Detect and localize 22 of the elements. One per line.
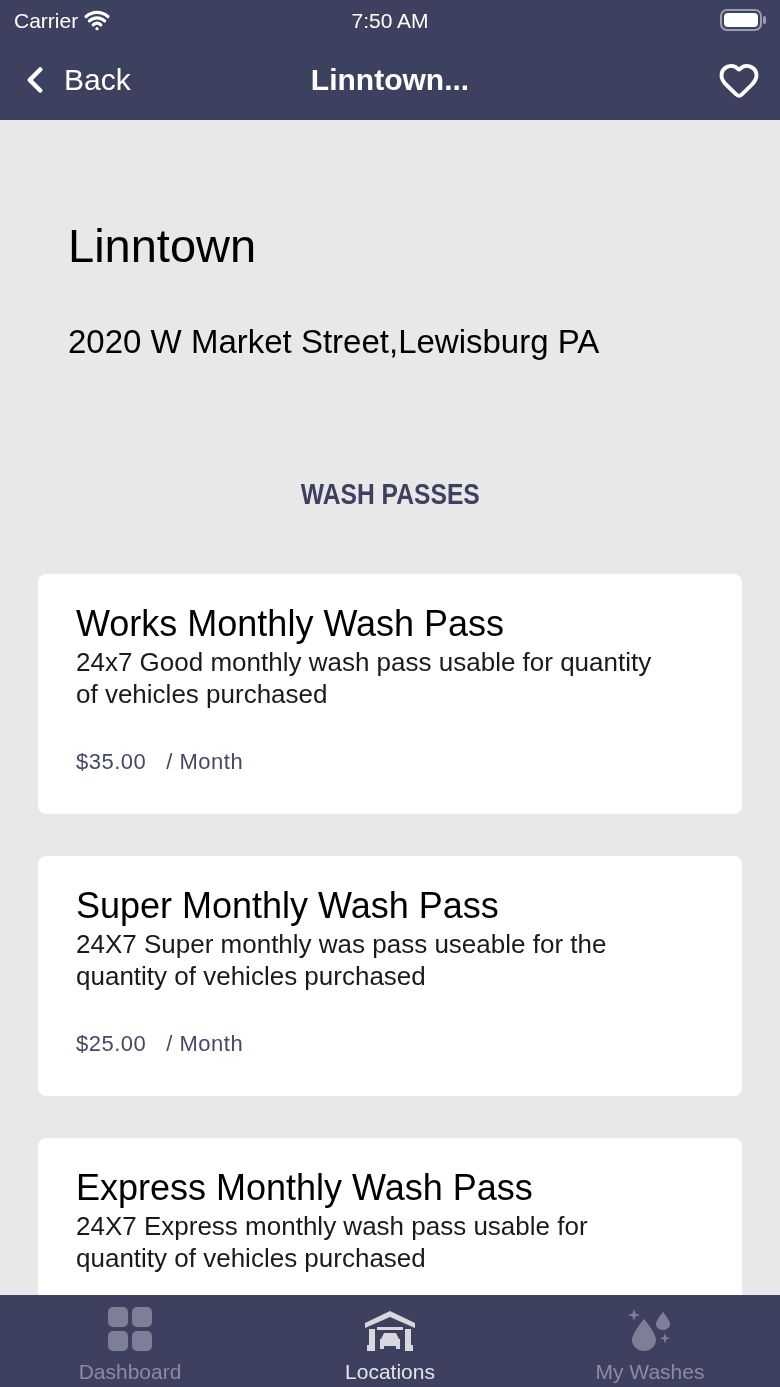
pass-description: 24X7 Super monthly was pass useable for the quantity of vehicles purchased	[76, 928, 608, 992]
pass-description: 24X7 Express monthly wash pass usable for quantity of vehicles purchased	[76, 1210, 589, 1274]
price-period: / Month	[166, 748, 244, 776]
price-period: / Month	[166, 1030, 244, 1058]
pass-title: Express Monthly Wash Pass	[76, 1166, 534, 1210]
screen-title: Linntown...	[310, 65, 470, 95]
pass-description: 24x7 Good monthly wash pass usable for quantity of vehicles purchased	[76, 646, 653, 710]
wash-pass-card[interactable]: Super Monthly Wash Pass 24X7 Super monthly was pass useable for the quantity of vehicles purchased $25.00 / Month	[38, 856, 742, 1096]
battery-icon	[720, 9, 766, 31]
pass-price: $25.00	[76, 1030, 147, 1058]
back-button[interactable]: Back	[14, 59, 131, 101]
carrier-label: Carrier	[14, 9, 79, 31]
pass-title: Works Monthly Wash Pass	[76, 602, 506, 646]
pass-price: $35.00	[76, 748, 147, 776]
wash-pass-card[interactable]: Works Monthly Wash Pass 24x7 Good monthly wash pass usable for quantity of vehicles purchased $35.00 / Month	[38, 574, 742, 814]
clock-time: 7:50 AM	[351, 9, 429, 31]
section-heading: WASH PASSES	[300, 477, 480, 512]
wash-pass-card[interactable]: Express Monthly Wash Pass 24X7 Express monthly wash pass usable for quantity of vehicles purchased	[38, 1138, 742, 1295]
location-name: Linntown	[68, 218, 258, 274]
pass-title: Super Monthly Wash Pass	[76, 884, 500, 928]
tab-bar-item[interactable]: Locations	[260, 1295, 520, 1387]
location-address: 2020 W Market Street,Lewisburg PA	[68, 322, 601, 362]
